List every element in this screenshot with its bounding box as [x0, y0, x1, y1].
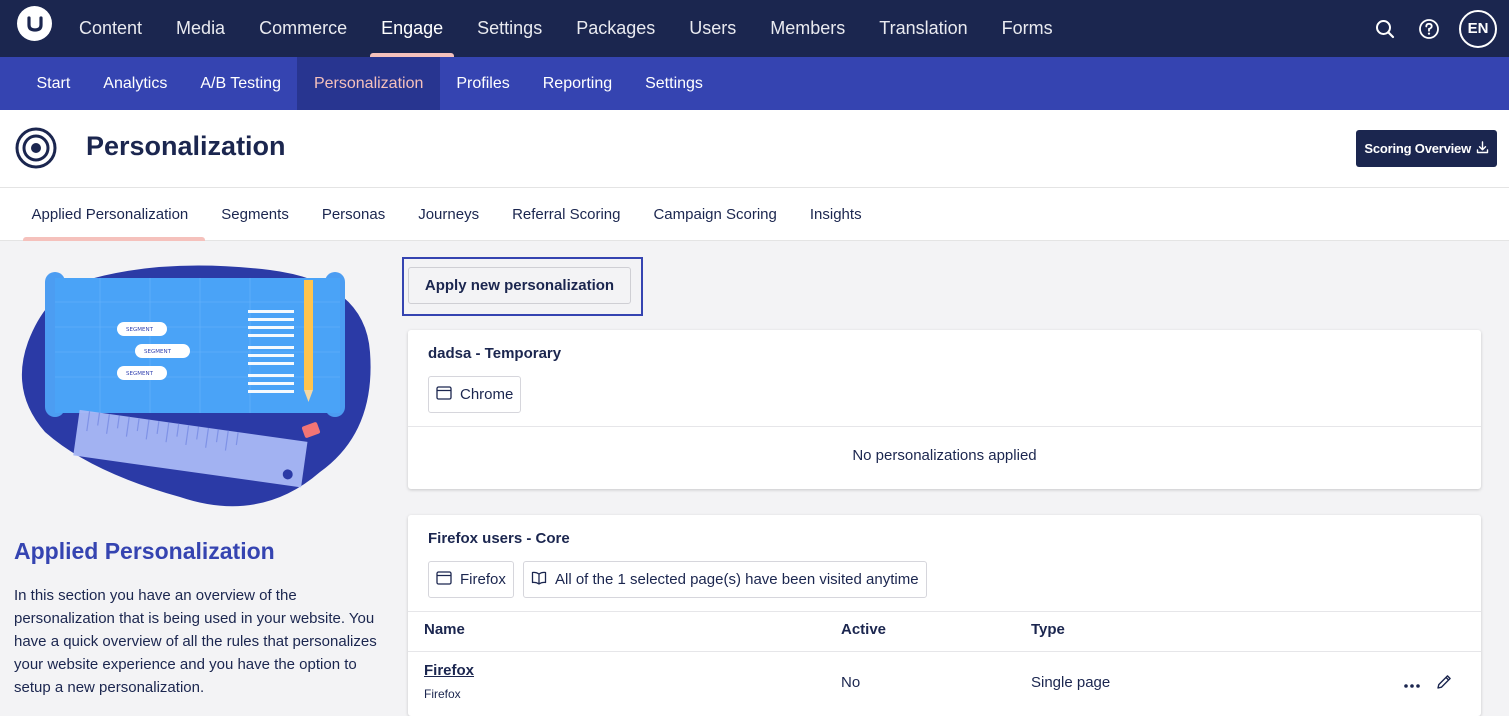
book-icon: [531, 571, 547, 589]
column-header-active[interactable]: Active: [841, 621, 886, 638]
edit-pencil-icon[interactable]: [1435, 673, 1453, 696]
section-engage[interactable]: Engage: [364, 0, 460, 57]
condition-chip: All of the 1 selected page(s) have been …: [523, 561, 927, 598]
main-sections-nav: Content Media Commerce Engage Settings P…: [62, 0, 1070, 57]
subnav-start[interactable]: Start: [20, 57, 87, 110]
browser-icon: [436, 570, 452, 589]
tab-segments[interactable]: Segments: [205, 188, 306, 240]
illustration-label-1: SEGMENT: [126, 327, 154, 333]
tab-insights[interactable]: Insights: [793, 188, 878, 240]
subnav-ab-testing[interactable]: A/B Testing: [184, 57, 298, 110]
tab-personas[interactable]: Personas: [305, 188, 401, 240]
target-icon: [15, 127, 57, 169]
segment-title: Firefox users - Core: [428, 530, 570, 547]
illustration-label-3: SEGMENT: [126, 371, 154, 377]
section-settings[interactable]: Settings: [460, 0, 559, 57]
segment-title: dadsa - Temporary: [428, 345, 562, 362]
browser-icon: [436, 385, 452, 404]
section-forms[interactable]: Forms: [985, 0, 1070, 57]
subnav-reporting[interactable]: Reporting: [526, 57, 628, 110]
umbraco-logo-icon[interactable]: [17, 6, 52, 41]
section-members[interactable]: Members: [753, 0, 862, 57]
user-avatar[interactable]: EN: [1459, 9, 1497, 48]
tab-campaign-scoring[interactable]: Campaign Scoring: [637, 188, 793, 240]
condition-chip: Chrome: [428, 376, 522, 413]
condition-label: Chrome: [460, 386, 514, 403]
personalization-subname: Firefox: [424, 687, 461, 701]
empty-message: No personalizations applied: [852, 447, 1037, 464]
tab-referral-scoring[interactable]: Referral Scoring: [496, 188, 637, 240]
engage-subnav: Start Analytics A/B Testing Personalizat…: [0, 57, 1509, 110]
apply-new-personalization-button[interactable]: Apply new personalization: [408, 267, 631, 304]
tab-applied-personalization[interactable]: Applied Personalization: [15, 188, 205, 241]
table-header-divider: [408, 651, 1481, 652]
scoring-overview-button[interactable]: Scoring Overview: [1356, 130, 1497, 167]
subnav-profiles[interactable]: Profiles: [440, 57, 526, 110]
subnav-analytics[interactable]: Analytics: [87, 57, 184, 110]
row-actions: [1403, 673, 1453, 696]
section-title: Applied Personalization: [14, 538, 275, 564]
illustration-label-2: SEGMENT: [144, 349, 172, 355]
condition-chip: Firefox: [428, 561, 514, 598]
personalization-type: Single page: [1031, 674, 1111, 691]
condition-label: Firefox: [460, 571, 506, 588]
personalization-name-link[interactable]: Firefox: [424, 662, 474, 679]
segment-card: dadsa - Temporary Chrome No personalizat…: [408, 330, 1481, 489]
column-header-name[interactable]: Name: [424, 621, 465, 638]
section-media[interactable]: Media: [159, 0, 242, 57]
section-content[interactable]: Content: [62, 0, 159, 57]
subnav-settings[interactable]: Settings: [629, 57, 720, 110]
section-packages[interactable]: Packages: [559, 0, 672, 57]
help-icon[interactable]: [1407, 7, 1451, 51]
page-header: Personalization Scoring Overview: [0, 110, 1509, 188]
more-options-icon[interactable]: [1403, 676, 1421, 694]
column-header-type[interactable]: Type: [1031, 621, 1065, 638]
tab-journeys[interactable]: Journeys: [402, 188, 496, 240]
section-translation[interactable]: Translation: [862, 0, 984, 57]
search-icon[interactable]: [1363, 7, 1407, 51]
blueprint-illustration: SEGMENT SEGMENT SEGMENT: [20, 262, 380, 526]
section-users[interactable]: Users: [672, 0, 753, 57]
apply-button-focus-ring: Apply new personalization: [402, 257, 643, 316]
download-icon: [1476, 140, 1489, 157]
top-navigation-bar: Content Media Commerce Engage Settings P…: [0, 0, 1509, 57]
page-title: Personalization: [86, 131, 286, 161]
condition-label: All of the 1 selected page(s) have been …: [555, 571, 919, 588]
personalization-tabs: Applied Personalization Segments Persona…: [0, 188, 1509, 241]
top-right-tools: EN: [1363, 0, 1497, 57]
subnav-personalization[interactable]: Personalization: [297, 57, 440, 110]
section-description: In this section you have an overview of …: [14, 587, 377, 696]
scoring-overview-label: Scoring Overview: [1364, 141, 1471, 156]
card-divider: [408, 426, 1481, 427]
segment-card: Firefox users - Core Firefox All of the …: [408, 515, 1481, 716]
section-commerce[interactable]: Commerce: [242, 0, 364, 57]
card-divider: [408, 611, 1481, 612]
active-status: No: [841, 674, 861, 691]
